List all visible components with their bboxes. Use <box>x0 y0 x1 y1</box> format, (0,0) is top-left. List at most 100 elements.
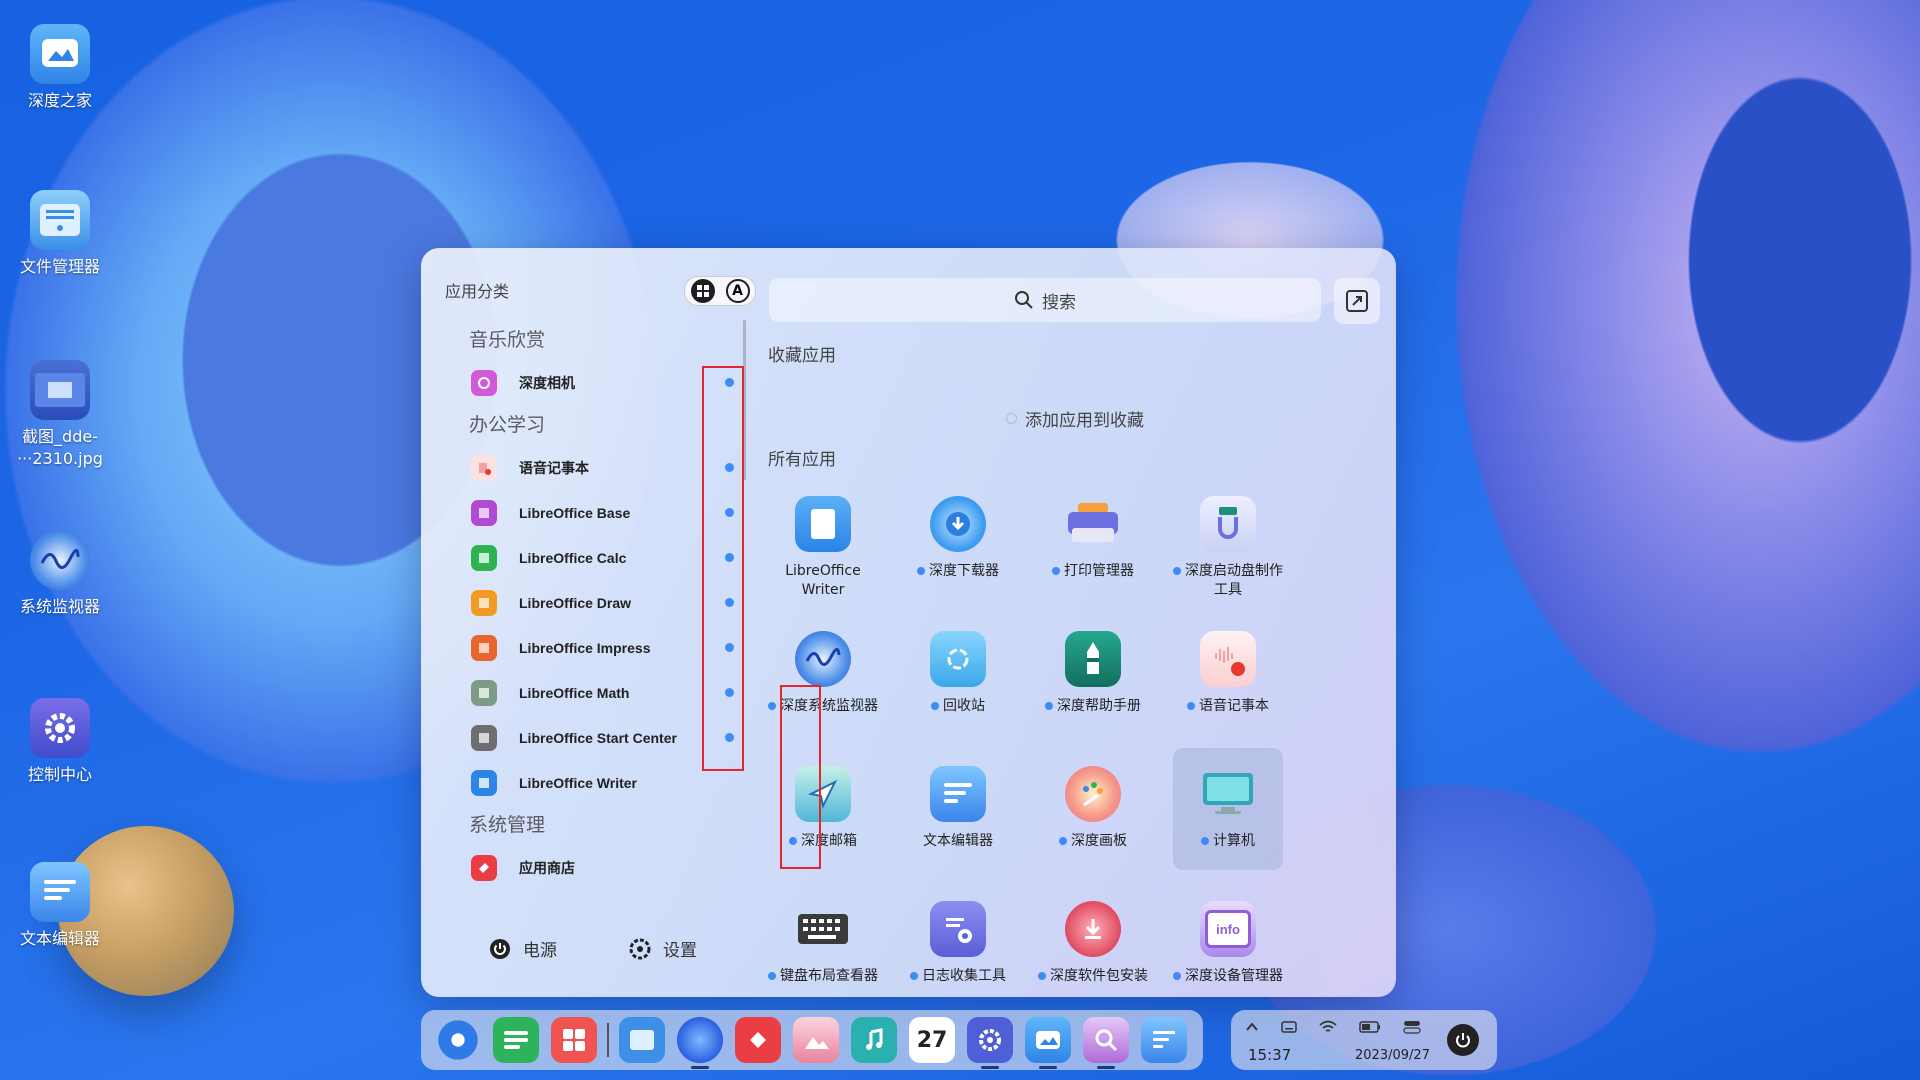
chevron-up-icon[interactable] <box>1245 1020 1259 1034</box>
shutdown-button[interactable] <box>1447 1024 1479 1056</box>
search-app-icon[interactable] <box>1083 1017 1129 1069</box>
category-item-label: LibreOffice Draw <box>519 594 632 611</box>
search-input[interactable]: 搜索 <box>769 278 1321 322</box>
favorites-empty-label: 添加应用到收藏 <box>1025 411 1144 431</box>
category-item-label: 深度相机 <box>519 374 575 391</box>
app-tile-selected[interactable]: 计算机 <box>1173 748 1283 870</box>
image-viewer-icon[interactable] <box>793 1017 839 1063</box>
trash-icon <box>930 631 986 687</box>
category-item[interactable]: LibreOffice Start Center <box>445 715 745 760</box>
browser-icon[interactable] <box>677 1017 723 1069</box>
category-item[interactable]: LibreOffice Calc <box>445 535 745 580</box>
app-tile[interactable]: 回收站 <box>903 613 1013 735</box>
toggle-icon[interactable] <box>1403 1020 1421 1034</box>
settings-button[interactable]: 设置 <box>629 936 697 961</box>
app-tile[interactable]: 打印管理器 <box>1038 478 1148 600</box>
desktop-icon-system-monitor[interactable]: 系统监视器 <box>0 530 120 618</box>
app-tile[interactable]: 文本编辑器 <box>903 748 1013 870</box>
battery-icon[interactable] <box>1359 1020 1381 1034</box>
control-center-icon <box>30 698 90 758</box>
desktop-icon-screenshot[interactable]: 截图_dde- ···2310.jpg <box>0 360 120 470</box>
launcher-icon[interactable] <box>435 1017 481 1063</box>
search-placeholder: 搜索 <box>1042 292 1076 313</box>
app-store-icon[interactable] <box>735 1017 781 1063</box>
music-icon[interactable] <box>851 1017 897 1063</box>
device-manager-icon: info <box>1200 901 1256 957</box>
clock-time[interactable]: 15:37 <box>1248 1046 1291 1064</box>
power-label: 电源 <box>523 941 557 961</box>
libreoffice-writer-icon <box>795 496 851 552</box>
app-tile[interactable]: 语音记事本 <box>1173 613 1283 735</box>
new-app-dot <box>1173 567 1181 575</box>
app-grid: LibreOffice Writer 深度下载器 打印管理器 深度启动盘制作 工… <box>768 478 1328 997</box>
wifi-icon[interactable] <box>1319 1020 1337 1034</box>
app-tile[interactable]: 深度启动盘制作 工具 <box>1173 478 1283 600</box>
all-apps-title: 所有应用 <box>768 450 836 470</box>
desktop-icon-control-center[interactable]: 控制中心 <box>0 698 120 786</box>
category-item[interactable]: LibreOffice Writer <box>445 760 745 805</box>
app-tile[interactable]: 深度画板 <box>1038 748 1148 870</box>
desktop-icon-file-manager[interactable]: 文件管理器 <box>0 190 120 278</box>
desktop-icon-label: 文本编辑器 <box>19 929 100 948</box>
app-tile-label: 深度软件包安装 <box>1038 967 1148 986</box>
search-icon <box>1015 291 1033 309</box>
app-tile[interactable]: 深度下载器 <box>903 478 1013 600</box>
app-tile[interactable]: 键盘布局查看器 <box>768 883 878 997</box>
app-tile[interactable]: LibreOffice Writer <box>768 478 878 600</box>
voice-note-icon <box>1200 631 1256 687</box>
desktop-icon-text-editor[interactable]: 文本编辑器 <box>0 862 120 950</box>
calendar-icon[interactable]: 27 <box>909 1017 955 1063</box>
new-app-dot <box>1201 837 1209 845</box>
power-button[interactable]: 电源 <box>489 936 557 961</box>
category-item[interactable]: LibreOffice Impress <box>445 625 745 670</box>
power-icon <box>490 938 510 959</box>
libreoffice-impress-icon <box>471 634 497 661</box>
text-editor-icon[interactable] <box>1141 1017 1187 1063</box>
file-manager-icon[interactable] <box>619 1017 665 1063</box>
keyboard-icon <box>795 901 851 957</box>
clock-date[interactable]: 2023/09/27 <box>1355 1048 1430 1063</box>
fullscreen-button[interactable] <box>1334 278 1380 324</box>
category-item[interactable]: 深度相机 <box>445 360 745 405</box>
new-app-dot <box>1045 702 1053 710</box>
dock-separator <box>607 1023 609 1057</box>
running-indicator <box>1097 1066 1115 1069</box>
app-tile-label: 回收站 <box>903 697 1013 716</box>
computer-icon <box>1200 766 1256 822</box>
new-app-dot <box>768 972 776 980</box>
desktop-icon-deepin-home[interactable]: 深度之家 <box>0 24 120 112</box>
view-toggle[interactable]: A <box>684 276 756 306</box>
new-app-dot <box>1059 837 1067 845</box>
category-item-label: 语音记事本 <box>519 459 589 476</box>
app-tile[interactable]: 深度软件包安装 <box>1038 883 1148 997</box>
deepin-home-icon[interactable] <box>1025 1017 1071 1069</box>
app-tile[interactable]: 深度帮助手册 <box>1038 613 1148 735</box>
multitask-view-icon[interactable] <box>493 1017 539 1063</box>
libreoffice-draw-icon <box>471 589 497 616</box>
control-center-icon[interactable] <box>967 1017 1013 1069</box>
desktop-icon-label: 截图_dde- ···2310.jpg <box>17 427 103 468</box>
app-tile[interactable]: 日志收集工具 <box>903 883 1013 997</box>
category-item[interactable]: 语音记事本 <box>445 445 745 490</box>
category-item-label: LibreOffice Calc <box>519 549 627 566</box>
desktop-icon-label: 文件管理器 <box>19 257 100 276</box>
new-app-dot <box>917 567 925 575</box>
app-tile-label: 日志收集工具 <box>903 967 1013 986</box>
category-item[interactable]: LibreOffice Base <box>445 490 745 535</box>
app-tile-label: 语音记事本 <box>1173 697 1283 716</box>
category-item[interactable]: LibreOffice Draw <box>445 580 745 625</box>
app-tile[interactable]: info 深度设备管理器 <box>1173 883 1283 997</box>
screenshot-image-icon <box>30 360 90 420</box>
alphabetical-view-button[interactable]: A <box>725 279 750 303</box>
libreoffice-writer-icon <box>471 769 497 796</box>
category-item[interactable]: 应用商店 <box>445 845 745 890</box>
category-item-label: LibreOffice Start Center <box>519 729 677 746</box>
grid-view-button[interactable] <box>690 279 715 303</box>
app-tile-label: 深度设备管理器 <box>1173 967 1283 986</box>
category-list: 音乐欣赏 深度相机 办公学习 语音记事本 LibreOffice Base Li… <box>445 320 745 890</box>
libreoffice-calc-icon <box>471 544 497 571</box>
workspace-icon[interactable] <box>551 1017 597 1063</box>
keyboard-icon[interactable] <box>1281 1020 1297 1034</box>
app-tile-label: 文本编辑器 <box>923 833 993 849</box>
category-item[interactable]: LibreOffice Math <box>445 670 745 715</box>
